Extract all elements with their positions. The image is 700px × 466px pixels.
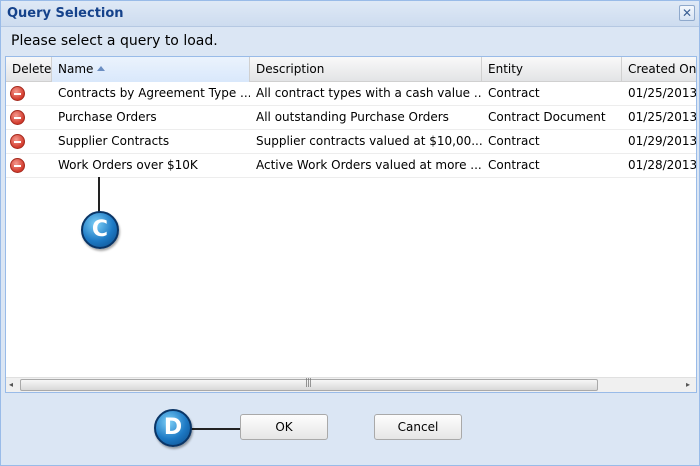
grip-icon: ||| [305, 378, 312, 388]
column-header-entity[interactable]: Entity [482, 57, 622, 82]
column-header-delete[interactable]: Delete [6, 57, 52, 82]
row-created-on: 01/25/2013 [628, 86, 697, 100]
row-created-on: 01/29/2013 [628, 134, 697, 148]
column-header-description[interactable]: Description [250, 57, 482, 82]
grid-header: Delete Name Description Entity Created O… [6, 57, 696, 82]
table-row[interactable]: Purchase Orders All outstanding Purchase… [6, 106, 696, 130]
table-row[interactable]: Contracts by Agreement Type ... All cont… [6, 82, 696, 106]
row-name: Supplier Contracts [58, 134, 170, 148]
scroll-right-icon[interactable]: ▸ [686, 380, 690, 389]
row-description: All outstanding Purchase Orders [256, 110, 449, 124]
sort-ascending-icon [97, 66, 106, 71]
table-row[interactable]: Work Orders over $10K Active Work Orders… [6, 154, 696, 178]
row-description: Active Work Orders valued at more ... [256, 158, 482, 172]
callout-c-line [98, 177, 100, 213]
scrollbar-thumb[interactable]: ||| [20, 378, 598, 391]
row-entity: Contract [488, 86, 540, 100]
scroll-left-icon[interactable]: ◂ [9, 380, 13, 389]
column-header-name[interactable]: Name [52, 57, 250, 82]
column-header-name-label: Name [58, 62, 94, 76]
row-entity: Contract Document [488, 110, 606, 124]
row-created-on: 01/28/2013 [628, 158, 697, 172]
column-header-created-on[interactable]: Created On [622, 57, 696, 82]
ok-button[interactable]: OK [240, 414, 328, 440]
callout-c-badge: C [81, 211, 119, 249]
query-selection-dialog: Query Selection ✕ Please select a query … [0, 0, 700, 466]
delete-icon[interactable] [10, 110, 25, 125]
row-entity: Contract [488, 158, 540, 172]
callout-d-line [191, 428, 241, 430]
row-entity: Contract [488, 134, 540, 148]
table-row[interactable]: Supplier Contracts Supplier contracts va… [6, 130, 696, 154]
row-description: Supplier contracts valued at $10,00... [256, 134, 482, 148]
title-bar: Query Selection ✕ [1, 1, 699, 27]
callout-d-badge: D [154, 409, 192, 447]
row-name: Contracts by Agreement Type ... [58, 86, 250, 100]
row-description: All contract types with a cash value ... [256, 86, 482, 100]
close-icon[interactable]: ✕ [679, 5, 695, 21]
horizontal-scrollbar[interactable]: ◂ ||| ▸ [6, 377, 696, 392]
row-name: Work Orders over $10K [58, 158, 198, 172]
prompt-text: Please select a query to load. [11, 33, 218, 49]
row-created-on: 01/25/2013 [628, 110, 697, 124]
row-name: Purchase Orders [58, 110, 157, 124]
delete-icon[interactable] [10, 86, 25, 101]
dialog-title: Query Selection [7, 6, 124, 21]
delete-icon[interactable] [10, 134, 25, 149]
cancel-button[interactable]: Cancel [374, 414, 462, 440]
delete-icon[interactable] [10, 158, 25, 173]
